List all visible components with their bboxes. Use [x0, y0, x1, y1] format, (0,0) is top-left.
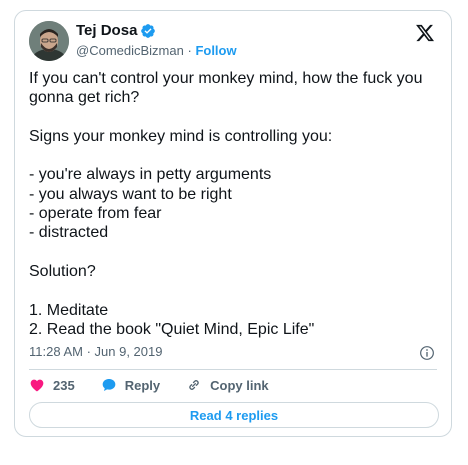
- heart-icon: [30, 379, 44, 392]
- tweet-text: If you can't control your monkey mind, h…: [29, 70, 423, 338]
- reply-label: Reply: [124, 377, 161, 393]
- avatar[interactable]: [29, 21, 69, 61]
- read-replies-button[interactable]: Read 4 replies: [29, 402, 439, 428]
- reply-button[interactable]: Reply: [101, 377, 160, 393]
- like-button[interactable]: 235: [29, 377, 75, 393]
- link-icon: [189, 380, 199, 390]
- copy-link-button[interactable]: Copy link: [186, 377, 269, 393]
- author-handle[interactable]: @ComedicBizman: [76, 43, 184, 58]
- avatar-photo-icon: [29, 21, 69, 61]
- author-display-name[interactable]: Tej Dosa: [76, 21, 137, 40]
- author-name-row: Tej Dosa: [76, 21, 156, 40]
- info-icon[interactable]: [419, 345, 435, 361]
- separator-dot: ·: [187, 43, 192, 58]
- reply-bubble-icon: [102, 379, 116, 391]
- like-count: 235: [53, 377, 75, 393]
- divider: [29, 369, 437, 370]
- tweet-card[interactable]: Tej Dosa @ComedicBizman · Follow If you …: [14, 10, 452, 437]
- verified-badge-icon: [141, 23, 156, 38]
- author-handle-row: @ComedicBizman · Follow: [76, 42, 237, 59]
- x-logo-icon[interactable]: [415, 23, 435, 43]
- action-bar: 235 Reply Copy link: [29, 375, 295, 395]
- copy-link-label: Copy link: [210, 377, 269, 393]
- follow-button[interactable]: Follow: [195, 43, 236, 58]
- tweet-timestamp[interactable]: 11:28 AM · Jun 9, 2019: [29, 344, 162, 359]
